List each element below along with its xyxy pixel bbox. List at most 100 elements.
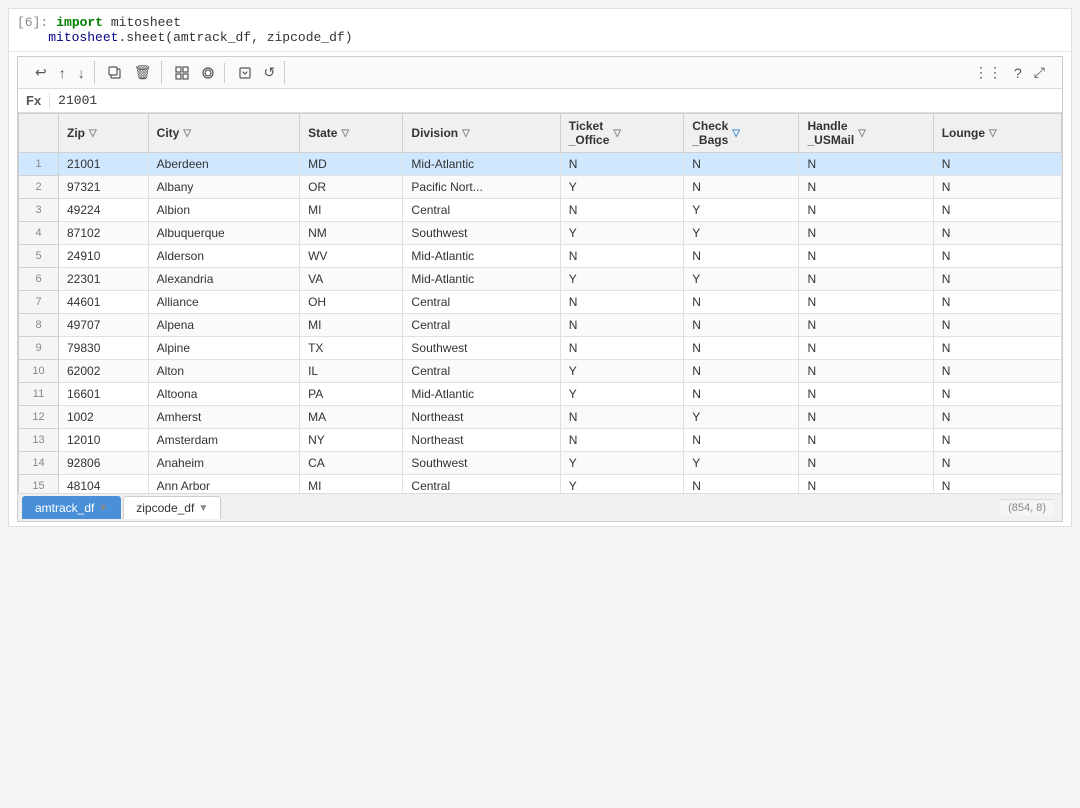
copy-button[interactable] [103, 63, 127, 83]
filter-icon-zip[interactable]: ▽ [89, 128, 97, 139]
cell-ticket_office[interactable]: Y [560, 360, 684, 383]
cell-city[interactable]: Alliance [148, 291, 299, 314]
cell-division[interactable]: Southwest [403, 222, 560, 245]
tab-zipcode-df[interactable]: zipcode_df ▼ [123, 496, 221, 519]
table-row[interactable]: 1116601AltoonaPAMid-AtlanticYNNN [19, 383, 1062, 406]
cell-division[interactable]: Southwest [403, 452, 560, 475]
cell-row_num[interactable]: 2 [19, 176, 59, 199]
filter-icon-check-bags[interactable]: ▽ [732, 128, 740, 139]
cell-row_num[interactable]: 13 [19, 429, 59, 452]
cell-row_num[interactable]: 5 [19, 245, 59, 268]
cell-ticket_office[interactable]: Y [560, 176, 684, 199]
cell-zip[interactable]: 44601 [59, 291, 149, 314]
cell-state[interactable]: PA [300, 383, 403, 406]
table-row[interactable]: 1062002AltonILCentralYNNN [19, 360, 1062, 383]
cell-lounge[interactable]: N [933, 199, 1061, 222]
cell-zip[interactable]: 49707 [59, 314, 149, 337]
cell-handle_usmail[interactable]: N [799, 406, 933, 429]
cell-check_bags[interactable]: Y [684, 199, 799, 222]
cell-ticket_office[interactable]: N [560, 406, 684, 429]
table-row[interactable]: 1548104Ann ArborMICentralYNNN [19, 475, 1062, 494]
table-row[interactable]: 349224AlbionMICentralNYNN [19, 199, 1062, 222]
filter-icon-division[interactable]: ▽ [462, 128, 470, 139]
cell-division[interactable]: Pacific Nort... [403, 176, 560, 199]
cell-ticket_office[interactable]: Y [560, 268, 684, 291]
table-row[interactable]: 849707AlpenaMICentralNNNN [19, 314, 1062, 337]
grid-button[interactable]: ⋮⋮ [969, 61, 1007, 84]
table-row[interactable]: 744601AllianceOHCentralNNNN [19, 291, 1062, 314]
cell-zip[interactable]: 97321 [59, 176, 149, 199]
tab-zipcode-dropdown-icon[interactable]: ▼ [198, 503, 208, 514]
cell-row_num[interactable]: 11 [19, 383, 59, 406]
cell-handle_usmail[interactable]: N [799, 383, 933, 406]
cell-state[interactable]: OR [300, 176, 403, 199]
cell-ticket_office[interactable]: N [560, 337, 684, 360]
filter-icon-city[interactable]: ▽ [183, 128, 191, 139]
cell-zip[interactable]: 62002 [59, 360, 149, 383]
cell-state[interactable]: NY [300, 429, 403, 452]
cell-lounge[interactable]: N [933, 176, 1061, 199]
table-row[interactable]: 121002AmherstMANortheastNYNN [19, 406, 1062, 429]
cell-zip[interactable]: 92806 [59, 452, 149, 475]
cell-city[interactable]: Ann Arbor [148, 475, 299, 494]
cell-row_num[interactable]: 3 [19, 199, 59, 222]
cell-ticket_office[interactable]: N [560, 153, 684, 176]
down-button[interactable]: ↓ [73, 62, 90, 84]
col-header-city[interactable]: City ▽ [148, 114, 299, 153]
cell-ticket_office[interactable]: N [560, 291, 684, 314]
cell-city[interactable]: Alpena [148, 314, 299, 337]
delete-button[interactable]: 🗑 [129, 61, 157, 84]
cell-state[interactable]: MD [300, 153, 403, 176]
cell-check_bags[interactable]: N [684, 153, 799, 176]
cell-row_num[interactable]: 10 [19, 360, 59, 383]
formula-input[interactable] [58, 93, 1054, 108]
cell-division[interactable]: Mid-Atlantic [403, 268, 560, 291]
cell-check_bags[interactable]: N [684, 383, 799, 406]
cell-handle_usmail[interactable]: N [799, 268, 933, 291]
cell-lounge[interactable]: N [933, 291, 1061, 314]
cell-check_bags[interactable]: N [684, 176, 799, 199]
cell-row_num[interactable]: 8 [19, 314, 59, 337]
col-header-zip[interactable]: Zip ▽ [59, 114, 149, 153]
cell-check_bags[interactable]: N [684, 314, 799, 337]
cell-handle_usmail[interactable]: N [799, 176, 933, 199]
cell-ticket_office[interactable]: Y [560, 452, 684, 475]
cell-handle_usmail[interactable]: N [799, 429, 933, 452]
refresh-button[interactable]: ↺ [259, 61, 281, 84]
cell-city[interactable]: Amherst [148, 406, 299, 429]
cell-division[interactable]: Northeast [403, 429, 560, 452]
cell-division[interactable]: Central [403, 314, 560, 337]
cell-city[interactable]: Anaheim [148, 452, 299, 475]
cell-row_num[interactable]: 6 [19, 268, 59, 291]
cell-city[interactable]: Amsterdam [148, 429, 299, 452]
cell-row_num[interactable]: 15 [19, 475, 59, 494]
cell-handle_usmail[interactable]: N [799, 153, 933, 176]
cell-division[interactable]: Southwest [403, 337, 560, 360]
table-row[interactable]: 979830AlpineTXSouthwestNNNN [19, 337, 1062, 360]
cell-division[interactable]: Mid-Atlantic [403, 153, 560, 176]
cell-state[interactable]: CA [300, 452, 403, 475]
cell-city[interactable]: Alexandria [148, 268, 299, 291]
undo-button[interactable]: ↩ [30, 61, 52, 84]
cell-zip[interactable]: 49224 [59, 199, 149, 222]
cell-lounge[interactable]: N [933, 245, 1061, 268]
export-button[interactable] [233, 63, 257, 83]
merge-button[interactable] [196, 63, 220, 83]
table-row[interactable]: 524910AldersonWVMid-AtlanticNNNN [19, 245, 1062, 268]
table-row[interactable]: 1312010AmsterdamNYNortheastNNNN [19, 429, 1062, 452]
cell-city[interactable]: Aberdeen [148, 153, 299, 176]
cell-handle_usmail[interactable]: N [799, 199, 933, 222]
cell-zip[interactable]: 21001 [59, 153, 149, 176]
cell-division[interactable]: Central [403, 475, 560, 494]
cell-check_bags[interactable]: N [684, 360, 799, 383]
cell-lounge[interactable]: N [933, 429, 1061, 452]
cell-handle_usmail[interactable]: N [799, 452, 933, 475]
col-header-division[interactable]: Division ▽ [403, 114, 560, 153]
tab-amtrack-dropdown-icon[interactable]: ▼ [98, 503, 108, 514]
cell-city[interactable]: Albany [148, 176, 299, 199]
filter-icon-handle-usmail[interactable]: ▽ [858, 128, 866, 139]
cell-check_bags[interactable]: Y [684, 452, 799, 475]
cell-division[interactable]: Mid-Atlantic [403, 245, 560, 268]
table-row[interactable]: 1492806AnaheimCASouthwestYYNN [19, 452, 1062, 475]
cell-zip[interactable]: 48104 [59, 475, 149, 494]
